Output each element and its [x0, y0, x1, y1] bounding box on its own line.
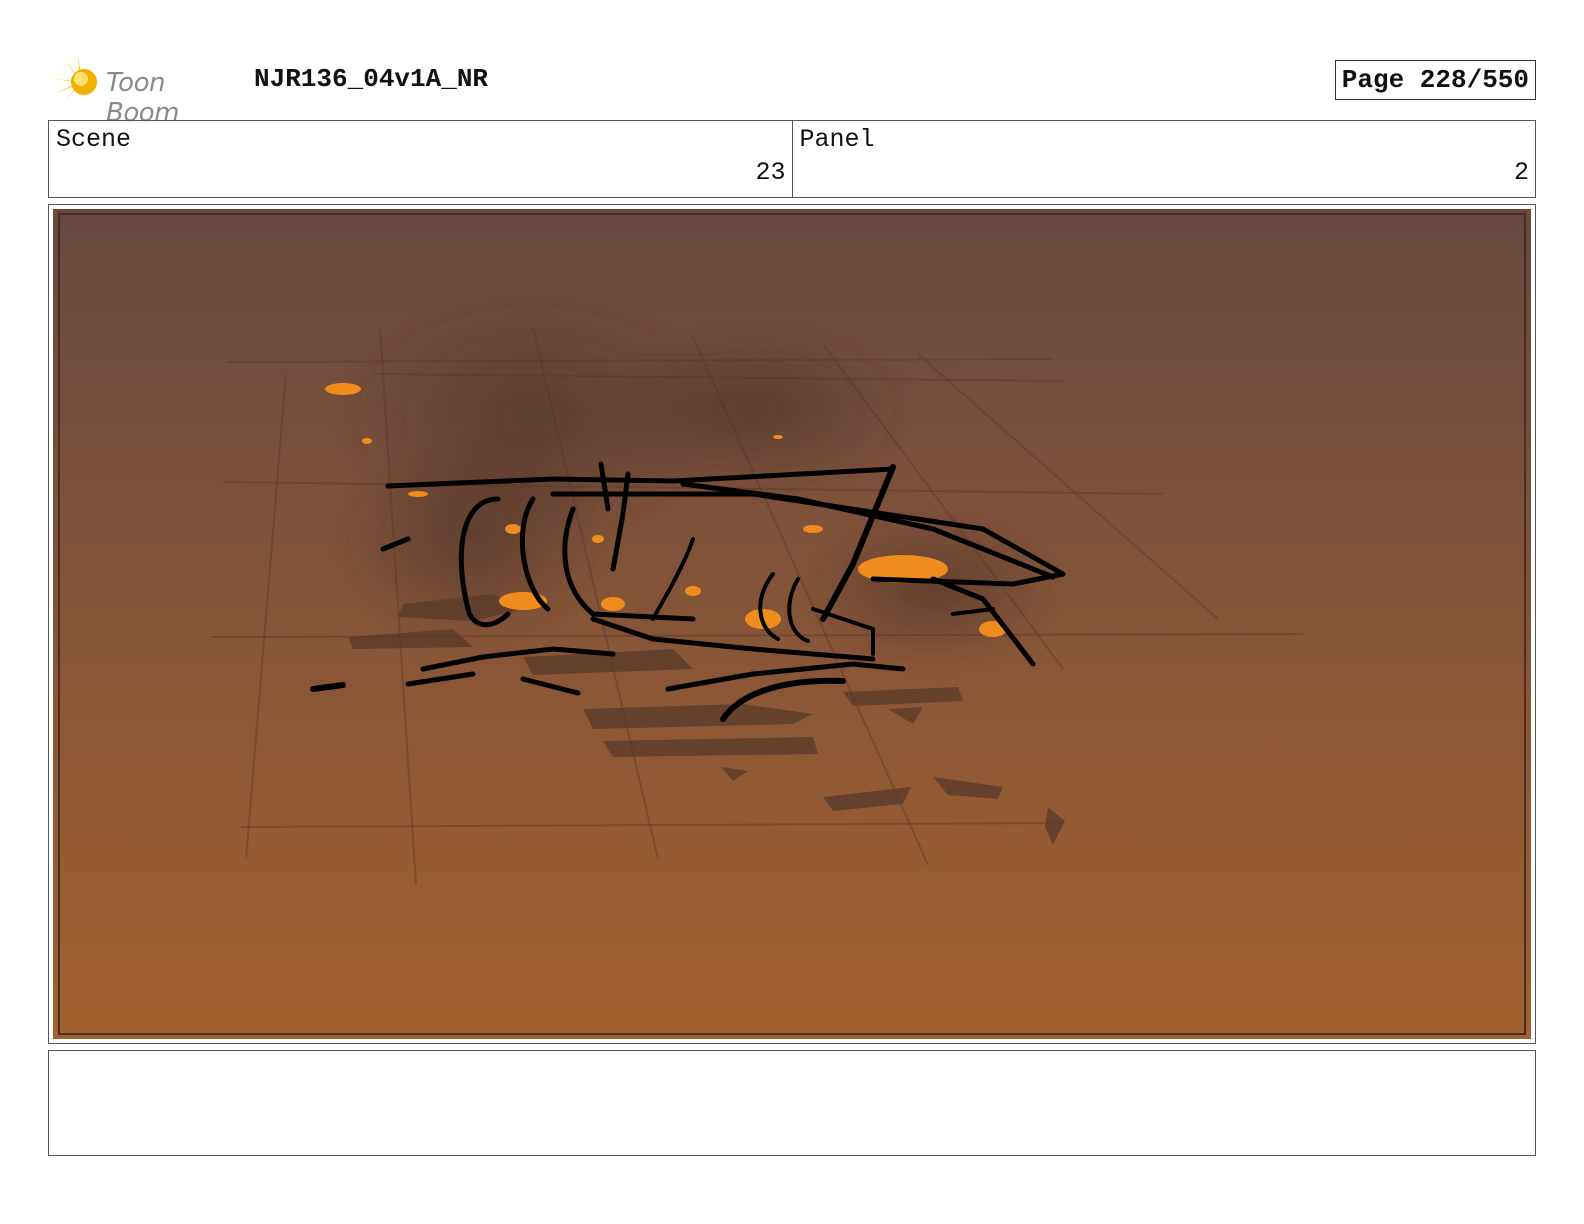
- page-indicator: Page 228/550: [1334, 60, 1536, 100]
- panel-drawing: [53, 209, 1531, 1039]
- panel-number: 2: [1513, 158, 1529, 187]
- scene-number: 23: [755, 158, 786, 187]
- panel-cell: Panel 2: [791, 121, 1536, 197]
- logo-text: Toon Boom: [106, 68, 179, 128]
- panel-label: Panel: [799, 125, 875, 154]
- toon-boom-starburst-icon: [50, 56, 97, 106]
- storyboard-panel: [48, 204, 1536, 1044]
- panel-notes: [48, 1050, 1536, 1156]
- storyboard-header: Toon Boom NJR136_04v1A_NR Page 228/550: [48, 52, 1536, 128]
- scene-panel-info: Scene 23 Panel 2: [48, 120, 1536, 198]
- scene-cell: Scene 23: [49, 121, 792, 197]
- scene-label: Scene: [56, 125, 132, 154]
- document-title: NJR136_04v1A_NR: [254, 64, 489, 94]
- toon-boom-logo: Toon Boom: [50, 56, 240, 128]
